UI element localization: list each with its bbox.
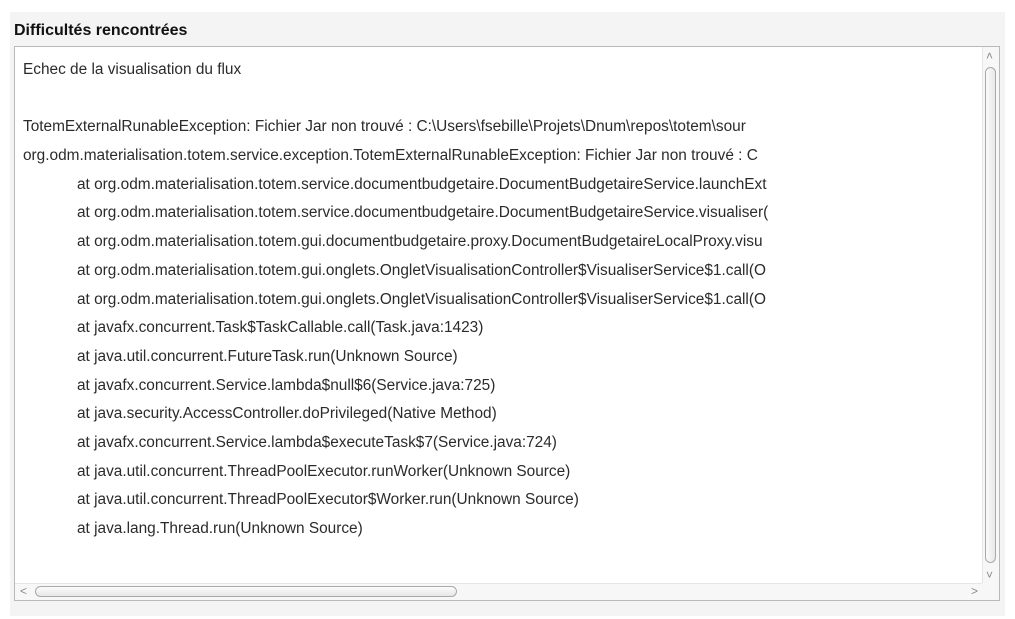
log-line: at javafx.concurrent.Task$TaskCallable.c… [77, 319, 484, 337]
scroll-right-arrow-icon[interactable]: > [971, 585, 978, 597]
log-line: at java.util.concurrent.ThreadPoolExecut… [77, 491, 579, 509]
horizontal-scrollbar[interactable]: < > [15, 583, 983, 600]
log-line: TotemExternalRunableException: Fichier J… [23, 118, 746, 136]
log-line: org.odm.materialisation.totem.service.ex… [23, 147, 758, 165]
text-viewport[interactable]: Echec de la visualisation du flux TotemEx… [15, 47, 983, 583]
scroll-up-arrow-icon[interactable]: ˄ [986, 50, 993, 62]
log-line: at org.odm.materialisation.totem.gui.ong… [77, 261, 766, 279]
vertical-scroll-thumb[interactable] [985, 67, 996, 563]
log-line: at org.odm.materialisation.totem.service… [77, 204, 769, 222]
log-content: Echec de la visualisation du flux TotemEx… [23, 56, 768, 544]
log-line: at org.odm.materialisation.totem.gui.ong… [77, 290, 766, 308]
log-line: at org.odm.materialisation.totem.gui.doc… [77, 233, 763, 251]
log-line: at java.util.concurrent.FutureTask.run(U… [77, 347, 458, 365]
log-line: at java.util.concurrent.ThreadPoolExecut… [77, 462, 571, 480]
scroll-left-arrow-icon[interactable]: < [20, 585, 27, 597]
scroll-down-arrow-icon[interactable]: ˅ [986, 569, 993, 581]
log-line: at org.odm.materialisation.totem.service… [77, 175, 767, 193]
horizontal-scroll-thumb[interactable] [35, 586, 457, 597]
log-line: at javafx.concurrent.Service.lambda$null… [77, 376, 496, 394]
scrollbar-corner [982, 583, 999, 600]
log-line: at javafx.concurrent.Service.lambda$exec… [77, 433, 557, 451]
vertical-scrollbar[interactable]: ˄ ˅ [982, 47, 999, 583]
log-line: at java.lang.Thread.run(Unknown Source) [77, 520, 363, 537]
section-title: Difficultés rencontrées [14, 22, 188, 39]
log-line: Echec de la visualisation du flux [23, 61, 242, 78]
error-log-textarea[interactable]: Echec de la visualisation du flux TotemEx… [14, 46, 1000, 601]
log-line: at java.security.AccessController.doPriv… [77, 405, 497, 423]
